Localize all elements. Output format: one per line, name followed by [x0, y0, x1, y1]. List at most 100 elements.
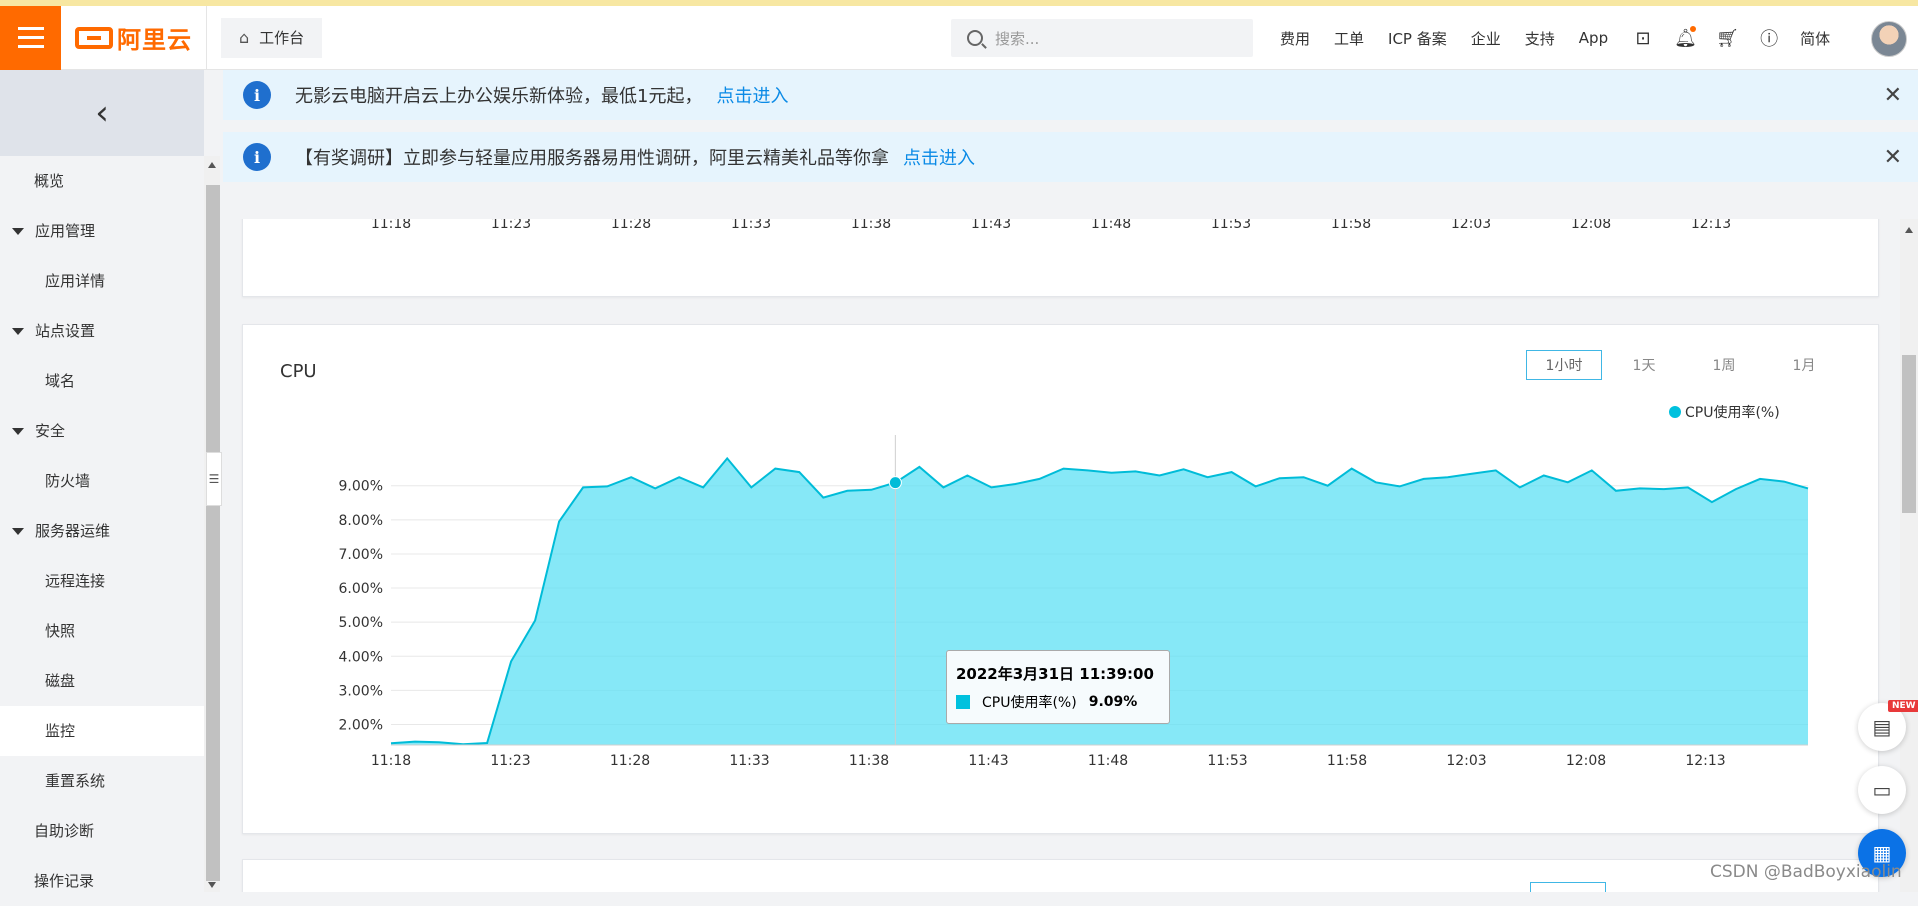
nav-support[interactable]: 支持 — [1525, 28, 1555, 49]
nav-enterprise[interactable]: 企业 — [1471, 28, 1501, 49]
previous-chart-tick-label: 12:03 — [1450, 219, 1492, 232]
previous-chart-tick-label: 11:58 — [1330, 219, 1372, 232]
hover-point — [888, 476, 902, 490]
next-chart-range-button[interactable] — [1530, 882, 1606, 892]
top-nav: 费用 工单 ICP 备案 企业 支持 App ⊡ 🔔︎ 🛒︎ ⓘ 简体 — [1280, 6, 1854, 70]
top-bar: 阿里云 ⌂ 工作台 搜索... 费用 工单 ICP 备案 企业 支持 App ⊡… — [0, 5, 1918, 70]
y-tick-label: 2.00% — [339, 718, 383, 734]
sidebar-item[interactable]: 快照 — [0, 606, 204, 656]
sidebar: ‹ 概览 应用管理 应用详情 站点设置 域名 安全 防火墙 服务器运维 远程连接 快照 磁盘 监控 重置… — [0, 70, 220, 892]
x-tick-label: 11:23 — [490, 753, 530, 769]
tooltip-series-label: CPU使用率(%) — [982, 695, 1077, 711]
tooltip-title: 2022年3月31日 11:39:00 — [956, 665, 1154, 683]
sidebar-item[interactable]: 重置系统 — [0, 756, 204, 806]
main-content: 11:18 11:23 11:28 11:33 11:38 11:43 11:48 11:53… — [223, 219, 1918, 892]
x-tick-label: 11:43 — [968, 753, 1008, 769]
terminal-icon[interactable]: ⊡ — [1632, 28, 1654, 49]
workbench-button[interactable]: ⌂ 工作台 — [221, 17, 323, 58]
x-tick-label: 11:53 — [1207, 753, 1247, 769]
y-tick-label: 5.00% — [339, 615, 383, 631]
previous-chart-tick-label: 11:18 — [370, 219, 412, 232]
logo-text: 阿里云 — [117, 26, 192, 54]
cpu-area-chart[interactable]: 2.00% 3.00% 4.00% 5.00% 6.00% 7.00% 8.00% 9.00%… — [243, 325, 1880, 835]
next-chart-card — [242, 859, 1879, 892]
x-tick-label: 11:18 — [371, 753, 411, 769]
sidebar-item[interactable]: 防火墙 — [0, 456, 204, 506]
tooltip-swatch — [956, 695, 970, 709]
bell-icon[interactable]: 🔔︎ — [1674, 25, 1697, 49]
info-icon: i — [243, 143, 271, 171]
sidebar-scrollbar-thumb[interactable] — [206, 185, 220, 881]
aliyun-logo[interactable]: 阿里云 — [61, 5, 207, 70]
notification-dot — [1690, 25, 1697, 32]
sidebar-toggle-tab-icon[interactable]: ☰ — [206, 452, 222, 506]
tooltip-value: 9.09% — [1088, 694, 1138, 710]
x-tick-label: 12:03 — [1446, 753, 1486, 769]
y-tick-label: 7.00% — [339, 547, 383, 563]
nav-app[interactable]: App — [1579, 29, 1608, 47]
help-icon[interactable]: ⓘ — [1758, 25, 1780, 51]
main-scroll-up-icon[interactable] — [1905, 227, 1913, 233]
cpu-chart-card: CPU 1小时 1天 1周 1月 CPU使用率(%) 2.00% 3.00% 4.0… — [242, 324, 1879, 834]
nav-tickets[interactable]: 工单 — [1334, 28, 1364, 49]
y-tick-label: 8.00% — [339, 513, 383, 529]
sidebar-item[interactable]: 概览 — [0, 156, 204, 206]
sidebar-item[interactable]: 站点设置 — [0, 306, 204, 356]
previous-chart-tick-label: 12:08 — [1570, 219, 1612, 232]
close-icon[interactable]: ✕ — [1884, 83, 1902, 108]
home-icon: ⌂ — [239, 28, 250, 47]
chart-tooltip: 2022年3月31日 11:39:00 CPU使用率(%) 9.09% — [946, 650, 1170, 724]
x-tick-label: 12:13 — [1685, 753, 1725, 769]
notice-link[interactable]: 点击进入 — [903, 144, 975, 170]
sidebar-scroll-up-icon[interactable] — [208, 162, 216, 168]
chat-float-icon[interactable]: ▭ — [1858, 766, 1906, 814]
sidebar-menu: 概览 应用管理 应用详情 站点设置 域名 安全 防火墙 服务器运维 远程连接 快照 磁盘 监控 重置系统… — [0, 156, 204, 906]
sidebar-item[interactable]: 应用详情 — [0, 256, 204, 306]
y-tick-label: 9.00% — [339, 479, 383, 495]
main-scrollbar-thumb[interactable] — [1902, 355, 1916, 513]
previous-chart-tick-label: 11:33 — [730, 219, 772, 232]
hamburger-menu-icon[interactable] — [0, 5, 61, 70]
sidebar-item[interactable]: 磁盘 — [0, 656, 204, 706]
x-tick-label: 11:58 — [1327, 753, 1367, 769]
sidebar-item[interactable]: 服务器运维 — [0, 506, 204, 556]
new-badge: NEW — [1888, 700, 1918, 712]
sidebar-item[interactable]: 应用管理 — [0, 206, 204, 256]
aliyun-logo-mark-icon — [75, 26, 113, 49]
cart-icon[interactable]: 🛒︎ — [1716, 28, 1739, 49]
sidebar-item[interactable]: 自助诊断 — [0, 806, 204, 856]
notice-text: 无影云电脑开启云上办公娱乐新体验，最低1元起， — [295, 86, 703, 107]
y-tick-label: 3.00% — [339, 683, 383, 699]
x-tick-label: 12:08 — [1566, 753, 1606, 769]
x-tick-label: 11:38 — [849, 753, 889, 769]
sidebar-item[interactable]: 安全 — [0, 406, 204, 456]
notice-banner-1: i 无影云电脑开启云上办公娱乐新体验，最低1元起， 点击进入 ✕ — [223, 70, 1918, 120]
x-tick-label: 11:33 — [729, 753, 769, 769]
info-icon: i — [243, 81, 271, 109]
previous-chart-tick-label: 11:28 — [610, 219, 652, 232]
x-tick-label: 11:28 — [610, 753, 650, 769]
sidebar-item[interactable]: 远程连接 — [0, 556, 204, 606]
nav-icp[interactable]: ICP 备案 — [1388, 28, 1447, 49]
x-tick-label: 11:48 — [1088, 753, 1128, 769]
sidebar-item[interactable]: 监控 — [0, 706, 204, 756]
close-icon[interactable]: ✕ — [1884, 145, 1902, 170]
workbench-label: 工作台 — [259, 29, 305, 47]
user-avatar[interactable] — [1871, 21, 1907, 57]
y-tick-label: 4.00% — [339, 649, 383, 665]
search-input[interactable]: 搜索... — [951, 19, 1253, 57]
search-icon — [967, 30, 983, 46]
sidebar-collapse-chevron-left-icon[interactable]: ‹ — [0, 70, 204, 156]
nav-fees[interactable]: 费用 — [1280, 28, 1310, 49]
sidebar-scroll-down-icon[interactable] — [208, 882, 216, 888]
y-tick-label: 6.00% — [339, 581, 383, 597]
search-placeholder: 搜索... — [995, 29, 1040, 48]
previous-chart-tick-label: 11:38 — [850, 219, 892, 232]
previous-chart-tick-label: 11:53 — [1210, 219, 1252, 232]
previous-chart-tick-label: 11:48 — [1090, 219, 1132, 232]
language-switch[interactable]: 简体 — [1800, 28, 1830, 49]
sidebar-item[interactable]: 域名 — [0, 356, 204, 406]
sidebar-item[interactable]: 操作记录 — [0, 856, 204, 906]
notice-link[interactable]: 点击进入 — [716, 82, 788, 108]
previous-chart-tick-label: 11:43 — [970, 219, 1012, 232]
